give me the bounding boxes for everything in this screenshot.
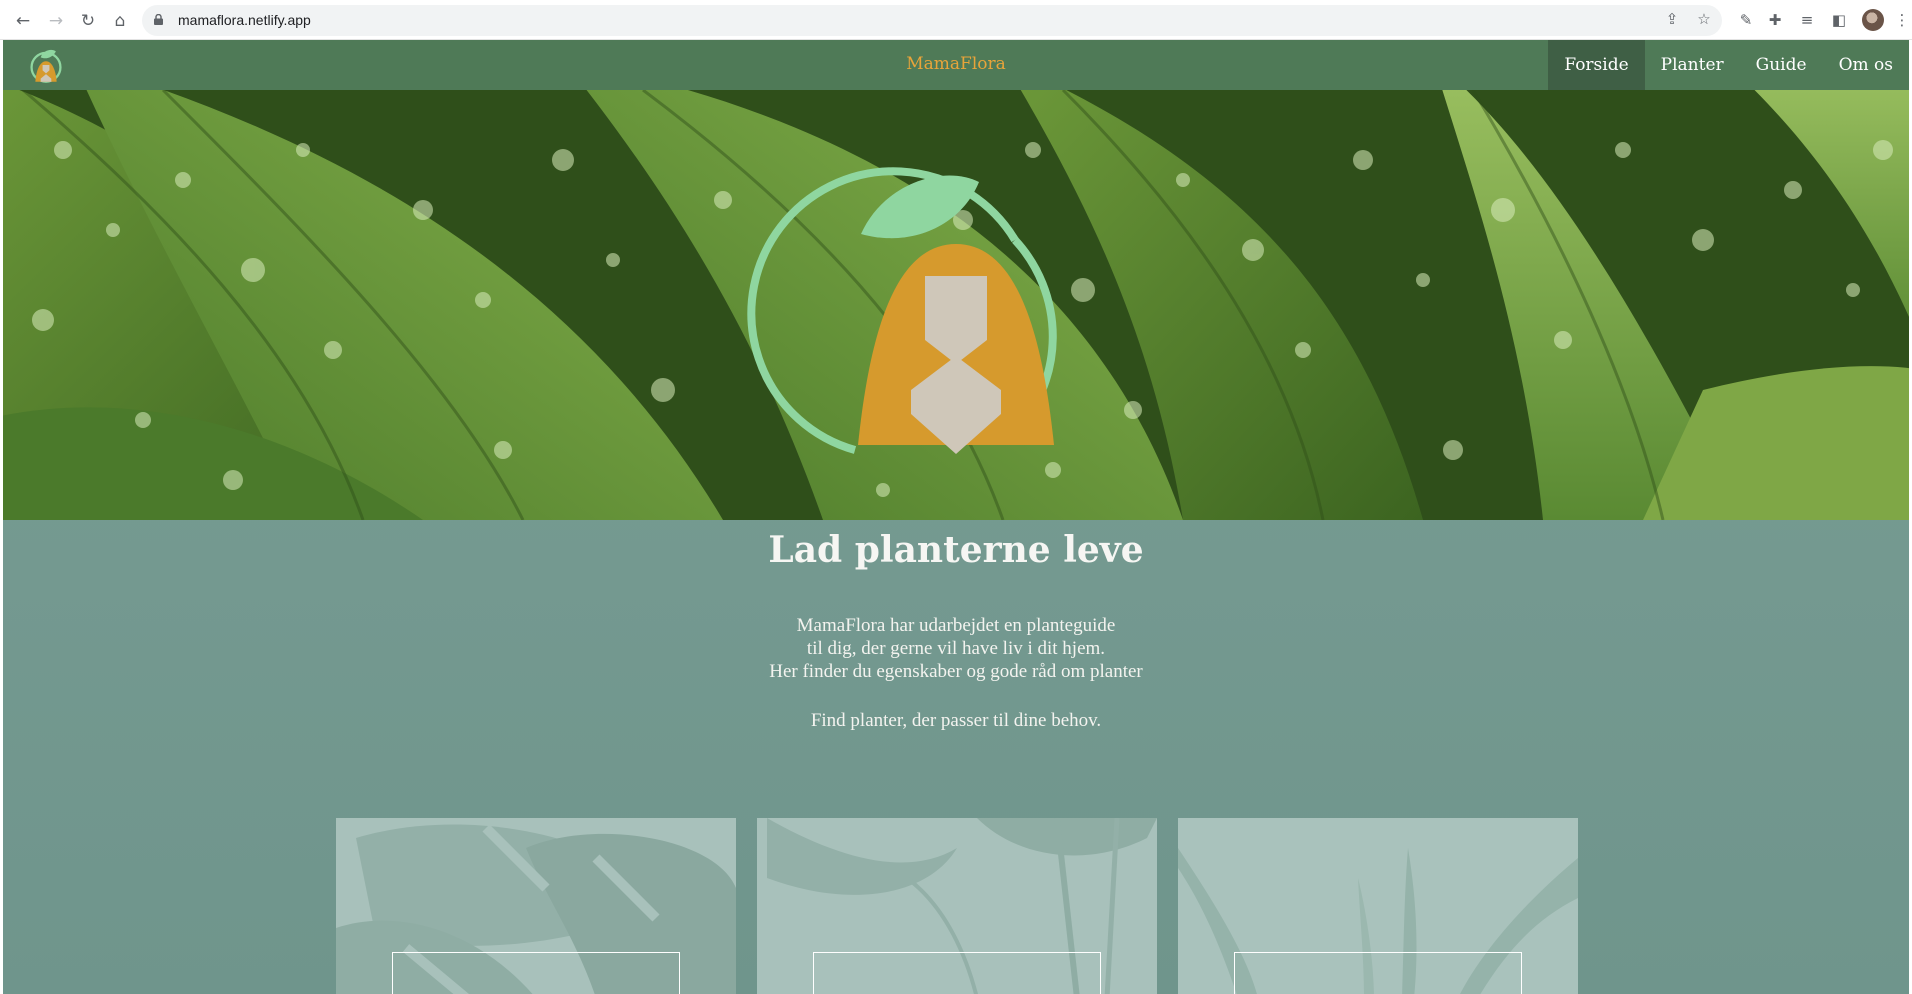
hero-leaves-image bbox=[3, 90, 1909, 520]
intro-line: til dig, der gerne vil have liv i dit hj… bbox=[806, 638, 1106, 659]
site-navbar: MamaFlora Forside Planter Guide Om os bbox=[3, 40, 1909, 90]
nav-forside[interactable]: Forside bbox=[1548, 40, 1645, 90]
url-text: mamaflora.netlify.app bbox=[178, 12, 311, 28]
address-bar[interactable]: mamaflora.netlify.app ⇪ ☆ bbox=[142, 5, 1722, 36]
back-arrow-icon[interactable]: ← bbox=[12, 10, 34, 32]
nav-guide[interactable]: Guide bbox=[1740, 40, 1823, 90]
reload-icon[interactable]: ↻ bbox=[77, 10, 99, 32]
eyedropper-icon[interactable]: ✎ bbox=[1736, 10, 1756, 30]
find-plants-text: Find planter, der passer til dine behov. bbox=[810, 710, 1102, 731]
feature-card[interactable] bbox=[336, 818, 736, 994]
share-icon[interactable]: ⇪ bbox=[1662, 9, 1682, 29]
forward-arrow-icon[interactable]: → bbox=[45, 10, 67, 32]
intro-text: MamaFlora har udarbejdet en planteguide … bbox=[3, 614, 1909, 683]
card-button[interactable] bbox=[392, 952, 680, 994]
feature-card[interactable] bbox=[757, 818, 1157, 994]
home-icon[interactable]: ⌂ bbox=[109, 10, 131, 32]
reading-list-icon[interactable]: ≡ bbox=[1797, 10, 1817, 30]
card-button[interactable] bbox=[813, 952, 1101, 994]
intro-line: Her finder du egenskaber og gode råd om … bbox=[769, 661, 1143, 682]
intro-line: MamaFlora har udarbejdet en planteguide bbox=[796, 615, 1116, 636]
nav-planter[interactable]: Planter bbox=[1645, 40, 1740, 90]
browser-toolbar: ← → ↻ ⌂ mamaflora.netlify.app ⇪ ☆ ✎ ✚ ≡ … bbox=[0, 0, 1912, 40]
more-vert-icon[interactable]: ⋮ bbox=[1892, 10, 1912, 30]
puzzle-icon[interactable]: ✚ bbox=[1765, 10, 1785, 30]
lock-icon bbox=[154, 14, 163, 25]
star-icon[interactable]: ☆ bbox=[1694, 9, 1714, 29]
page-heading: Lad planterne leve bbox=[768, 529, 1144, 571]
main-nav: Forside Planter Guide Om os bbox=[1548, 40, 1909, 90]
hero-banner bbox=[3, 90, 1909, 520]
nav-om-os[interactable]: Om os bbox=[1823, 40, 1909, 90]
card-button[interactable] bbox=[1234, 952, 1522, 994]
feature-card[interactable] bbox=[1178, 818, 1578, 994]
web-page: MamaFlora Forside Planter Guide Om os La… bbox=[3, 40, 1909, 994]
side-panel-icon[interactable]: ◧ bbox=[1829, 10, 1849, 30]
profile-avatar[interactable] bbox=[1862, 9, 1884, 31]
